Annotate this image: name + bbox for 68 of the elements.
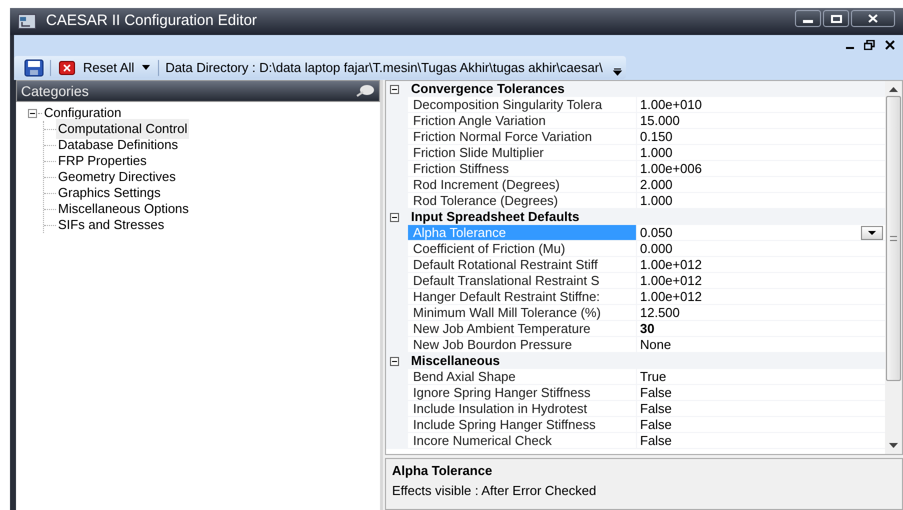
close-icon[interactable] [851, 10, 895, 27]
property-value: 12.500 [640, 305, 680, 320]
minimize-icon[interactable] [795, 10, 821, 27]
app-icon [18, 14, 36, 29]
property-name[interactable]: Default Rotational Restraint Stiff [408, 257, 636, 273]
property-value: 1.000 [640, 145, 673, 160]
group-toggle[interactable] [390, 356, 399, 366]
caret-icon [868, 230, 876, 234]
property-value: False [640, 433, 672, 448]
scroll-down-icon[interactable] [889, 443, 898, 448]
property-name[interactable]: New Job Bourdon Pressure [408, 337, 636, 353]
property-name[interactable]: Friction Stiffness [408, 161, 636, 177]
reset-icon [59, 60, 75, 74]
property-value: True [640, 369, 666, 384]
property-value: 1.00e+012 [640, 273, 702, 288]
caret-icon [142, 65, 150, 70]
property-value: False [640, 401, 672, 416]
categories-title: Categories [21, 82, 89, 101]
property-value: 1.000 [640, 193, 673, 208]
property-name[interactable]: Friction Slide Multiplier [408, 145, 636, 161]
save-icon[interactable] [24, 58, 44, 76]
property-value: 1.00e+010 [640, 97, 702, 112]
property-value: 30 [640, 321, 654, 336]
property-value: 0.050 [640, 225, 673, 240]
property-value: False [640, 385, 672, 400]
property-value: 0.150 [640, 129, 673, 144]
property-name[interactable]: Ignore Spring Hanger Stiffness [408, 385, 636, 401]
property-name[interactable]: Bend Axial Shape [408, 369, 636, 385]
property-name[interactable]: Friction Normal Force Variation [408, 129, 636, 145]
property-name[interactable]: Incore Numerical Check [408, 433, 636, 449]
property-value: 1.00e+006 [640, 161, 702, 176]
window-title: CAESAR II Configuration Editor [46, 11, 257, 32]
group-toggle[interactable] [390, 84, 399, 94]
tree-item[interactable]: Computational Control [56, 119, 190, 139]
property-value: None [640, 337, 672, 352]
property-value: 15.000 [640, 113, 680, 128]
dropdown-button[interactable] [861, 226, 883, 240]
property-name[interactable]: Minimum Wall Mill Tolerance (%) [408, 305, 636, 321]
property-value: 1.00e+012 [640, 257, 702, 272]
group-title: Convergence Tolerances [411, 80, 565, 98]
expand-toggle[interactable] [28, 108, 37, 118]
restore-icon[interactable] [864, 40, 875, 50]
property-name[interactable]: Decomposition Singularity Tolera [408, 97, 636, 113]
property-name[interactable]: Rod Increment (Degrees) [408, 177, 636, 193]
property-name[interactable]: Hanger Default Restraint Stiffne: [408, 289, 636, 305]
reset-all-button[interactable]: Reset All [57, 58, 152, 78]
property-name[interactable]: Default Translational Restraint S [408, 273, 636, 289]
close-icon[interactable] [885, 40, 895, 50]
maximize-icon[interactable] [823, 10, 849, 27]
scroll-up-icon[interactable] [889, 87, 898, 92]
property-name[interactable]: Friction Angle Variation [408, 113, 636, 129]
scrollbar[interactable] [885, 81, 902, 454]
property-value: 1.00e+012 [640, 289, 702, 304]
overflow-icon[interactable] [612, 68, 622, 76]
property-name[interactable]: Include Insulation in Hydrotest [408, 401, 636, 417]
property-value: 0.000 [640, 241, 673, 256]
description-title: Alpha Tolerance [392, 462, 494, 480]
property-name[interactable]: Coefficient of Friction (Mu) [408, 241, 636, 257]
group-title: Miscellaneous [411, 352, 500, 370]
group-toggle[interactable] [390, 212, 399, 222]
data-directory-label: Data Directory : D:\data laptop fajar\T.mesin\Tugas Akhir\tugas akhir\caesar\ [165, 58, 603, 77]
property-value: 2.000 [640, 177, 673, 192]
property-name[interactable]: New Job Ambient Temperature [408, 321, 636, 337]
group-title: Input Spreadsheet Defaults [411, 208, 580, 226]
property-value: False [640, 417, 672, 432]
property-name[interactable]: Rod Tolerance (Degrees) [408, 193, 636, 209]
description-text: Effects visible : After Error Checked [392, 482, 598, 500]
property-name[interactable]: Include Spring Hanger Stiffness [408, 417, 636, 433]
